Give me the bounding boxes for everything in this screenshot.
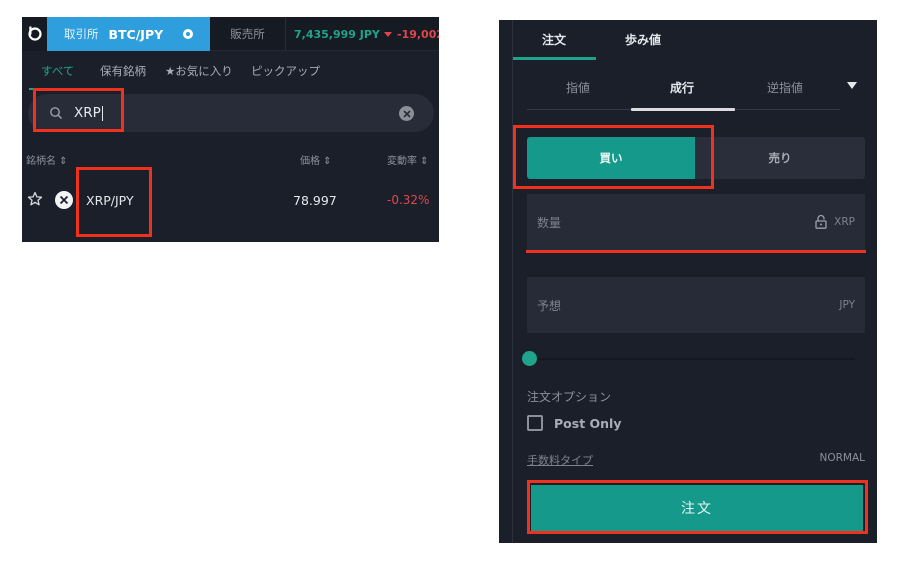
filter-all[interactable]: すべて <box>28 52 87 90</box>
post-only-label: Post Only <box>554 415 622 431</box>
post-only-checkbox[interactable]: Post Only <box>527 414 621 432</box>
fee-type-value: NORMAL <box>819 452 865 464</box>
amount-slider[interactable] <box>529 358 855 360</box>
search-input[interactable]: XRP <box>74 94 103 132</box>
market-list-panel: 取引所 BTC/JPY 販売所 7,435,999 JPY -19,002 すべ… <box>22 17 439 242</box>
column-header-change[interactable]: 変動率 ⇕ <box>387 152 429 167</box>
ticker-price: 7,435,999 JPY <box>294 27 380 41</box>
pair-name: XRP/JPY <box>86 192 134 208</box>
column-header-name[interactable]: 銘柄名 ⇕ <box>26 152 68 167</box>
quantity-underline <box>527 250 865 251</box>
quantity-unit: XRP <box>834 216 855 228</box>
search-value: XRP <box>74 105 101 121</box>
tab-order[interactable]: 注文 <box>542 20 566 58</box>
tab-sales[interactable]: 販売所 <box>210 17 286 51</box>
exchange-label: 取引所 <box>64 27 99 41</box>
checkbox-icon[interactable] <box>527 415 543 431</box>
search-bar[interactable]: XRP <box>28 94 434 132</box>
active-order-type-indicator <box>631 108 735 111</box>
estimate-unit: JPY <box>839 299 855 311</box>
order-type-market[interactable]: 成行 <box>670 72 694 102</box>
panel-divider <box>512 20 513 543</box>
submit-order-button[interactable]: 注文 <box>531 485 863 531</box>
ticker-change: -19,002 <box>384 17 439 51</box>
filter-pickup[interactable]: ピックアップ <box>251 52 320 90</box>
filter-holdings[interactable]: 保有銘柄 <box>100 52 146 90</box>
search-icon <box>50 107 63 120</box>
pair-price: 78.997 <box>293 192 337 208</box>
pair-selector-icon[interactable] <box>183 29 193 39</box>
unlock-icon[interactable] <box>815 214 827 229</box>
filter-favorites[interactable]: ★お気に入り <box>165 52 233 90</box>
tab-exchange[interactable]: 取引所 BTC/JPY <box>47 17 210 51</box>
fee-type-link[interactable]: 手数料タイプ <box>527 452 593 468</box>
star-outline-icon[interactable] <box>27 191 43 207</box>
bitbank-logo-icon[interactable] <box>22 17 47 51</box>
top-bar: 取引所 BTC/JPY 販売所 7,435,999 JPY -19,002 <box>22 17 439 51</box>
quantity-placeholder: 数量 <box>537 215 562 230</box>
quantity-field[interactable]: 数量 XRP <box>527 194 865 250</box>
estimate-field[interactable]: 予想 JPY <box>527 277 865 333</box>
ticker-change-value: -19,002 <box>397 27 439 41</box>
filter-tabs: すべて 保有銘柄 ★お気に入り ピックアップ <box>22 52 439 90</box>
down-triangle-icon <box>384 31 392 37</box>
order-type-limit[interactable]: 指値 <box>566 72 590 102</box>
tab-trade-history[interactable]: 歩み値 <box>625 20 661 58</box>
active-tab-indicator <box>513 57 596 60</box>
exchange-pair: BTC/JPY <box>108 26 164 42</box>
side-toggle: 買い 売り <box>527 137 865 179</box>
sell-button[interactable]: 売り <box>695 137 865 179</box>
buy-button[interactable]: 買い <box>527 137 695 179</box>
text-caret <box>101 105 103 121</box>
table-row[interactable]: XRP/JPY 78.997 -0.32% <box>22 180 439 220</box>
order-type-stop[interactable]: 逆指値 <box>767 72 803 102</box>
dropdown-triangle-icon[interactable] <box>847 82 857 89</box>
pair-change: -0.32% <box>387 193 430 207</box>
estimate-placeholder: 予想 <box>537 298 562 313</box>
slider-handle[interactable] <box>522 351 537 366</box>
xrp-icon <box>55 191 73 209</box>
order-options-label: 注文オプション <box>527 390 612 404</box>
order-panel: 注文 歩み値 指値 成行 逆指値 買い 売り 数量 XRP 予想 JPY 注文オ… <box>499 20 877 543</box>
clear-icon[interactable] <box>399 106 414 121</box>
column-header-price[interactable]: 価格 ⇕ <box>300 152 332 167</box>
